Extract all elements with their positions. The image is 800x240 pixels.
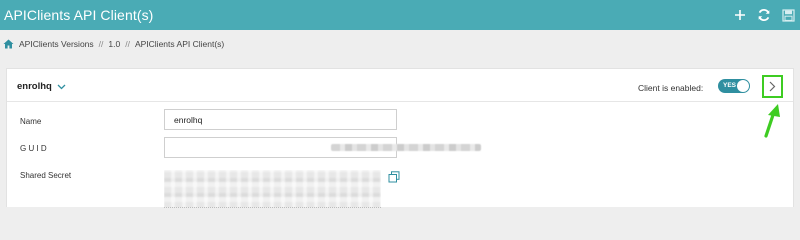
client-card: enrolhq Client is enabled: YES Name G U … xyxy=(6,68,794,208)
shared-secret-label: Shared Secret xyxy=(20,171,72,180)
guid-value-redacted xyxy=(331,144,481,151)
next-button[interactable] xyxy=(762,75,783,98)
refresh-icon xyxy=(758,8,770,22)
guid-field[interactable] xyxy=(164,137,481,158)
client-enabled-label: Client is enabled: xyxy=(638,83,704,93)
save-icon xyxy=(781,8,795,22)
name-label: Name xyxy=(20,117,42,126)
refresh-button[interactable] xyxy=(752,0,776,30)
name-field[interactable] xyxy=(164,109,397,130)
breadcrumb-separator: // xyxy=(98,39,104,49)
home-icon xyxy=(3,39,14,49)
chevron-right-icon xyxy=(769,81,776,92)
plus-icon xyxy=(735,10,745,20)
add-button[interactable] xyxy=(728,0,752,30)
page-title: APIClients API Client(s) xyxy=(4,7,154,23)
copy-secret-button[interactable] xyxy=(388,170,400,183)
annotation-arrow-icon xyxy=(764,104,780,138)
toggle-knob xyxy=(737,80,749,92)
client-name-dropdown[interactable]: enrolhq xyxy=(17,81,66,92)
breadcrumb: APIClients Versions // 1.0 // APIClients… xyxy=(0,30,800,58)
home-link[interactable] xyxy=(3,39,14,49)
copy-icon xyxy=(388,171,400,183)
breadcrumb-item-versions[interactable]: APIClients Versions xyxy=(19,39,94,49)
save-button[interactable] xyxy=(776,0,800,30)
chevron-down-icon xyxy=(57,84,66,90)
header-actions xyxy=(728,0,800,30)
shared-secret-field[interactable] xyxy=(164,170,381,208)
toggle-state-text: YES xyxy=(723,82,737,89)
shared-secret-value-redacted xyxy=(164,170,381,207)
breadcrumb-separator: // xyxy=(125,39,130,49)
guid-label: G U I D xyxy=(20,144,47,153)
breadcrumb-item-current: APIClients API Client(s) xyxy=(134,39,225,49)
app-header: APIClients API Client(s) xyxy=(0,0,800,30)
breadcrumb-item-version[interactable]: 1.0 xyxy=(108,39,120,49)
client-card-header: enrolhq Client is enabled: YES xyxy=(7,69,793,102)
client-enabled-toggle[interactable]: YES xyxy=(718,79,750,93)
client-name-text: enrolhq xyxy=(17,81,52,92)
